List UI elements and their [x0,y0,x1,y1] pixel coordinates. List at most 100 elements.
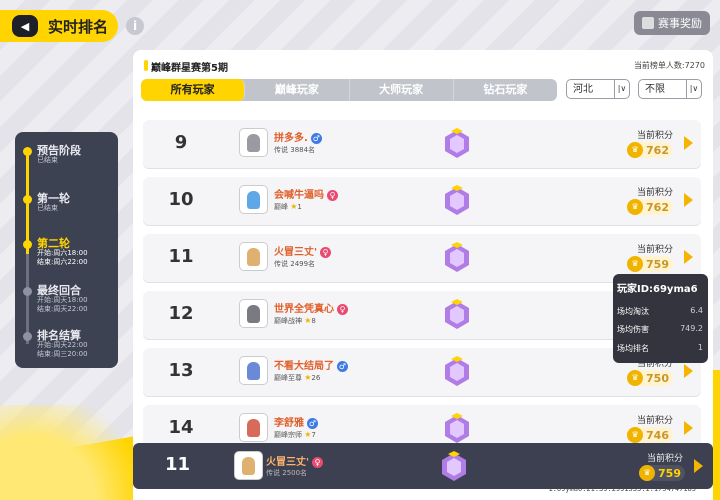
male-icon: ♂ [310,132,322,144]
stage-dot [23,195,32,204]
crown-coin-icon: ♛ [627,427,644,443]
female-icon: ♀ [327,189,338,201]
rank-badge-icon [445,413,469,443]
avatar[interactable] [239,356,268,385]
info-icon[interactable]: i [126,17,144,35]
score-box: ♛ 759 [639,465,685,481]
title-accent [144,60,148,71]
score-label: 当前积分 [636,188,673,198]
stage-start: 开始:周六18:00 [37,249,88,257]
title-bar: ◀ 实时排名 [0,10,118,42]
crown-coin-icon: ♛ [627,199,644,215]
player-tier: 传说 3884名 [274,146,316,154]
expand-arrow-icon[interactable] [684,364,693,378]
score-box: ♛ 750 [627,370,673,386]
stage-end: 结束:周六22:00 [37,258,88,266]
player-tier: 传说 2500名 [266,469,308,477]
avatar[interactable] [239,242,268,271]
score-value: 746 [646,428,669,442]
stage-end: 结束:周三20:00 [37,350,88,358]
tooltip-stat-row: 场均排名 1 [617,343,705,354]
limit-value: 不限 [645,84,665,95]
score-box: ♛ 759 [627,256,673,272]
player-name: 会喊牛逼吗 ♀ [274,186,338,201]
gift-icon [642,17,654,29]
expand-arrow-icon[interactable] [684,136,693,150]
stat-label: 场均淘汰 [617,307,649,316]
crown-coin-icon: ♛ [627,142,644,158]
player-name: 火冒三丈' ♀ [274,243,332,258]
page-title: 实时排名 [48,17,109,36]
avatar[interactable] [239,413,268,442]
stage-dot [23,287,32,296]
tab-diamond-players[interactable]: 钻石玩家 [454,79,557,101]
rank-badge-icon [445,128,469,158]
back-icon[interactable]: ◀ [12,15,38,37]
score-label: 当前积分 [636,245,673,255]
expand-arrow-icon[interactable] [684,421,693,435]
ranking-row[interactable]: 9 拼多多. ♂ 传说 3884名 当前积分 ♛ 762 [143,120,701,168]
tooltip-stat-row: 场均淘汰 6.4 [617,306,705,317]
male-icon: ♂ [307,417,318,429]
stat-label: 场均排名 [617,344,649,353]
region-select[interactable]: 河北 |∨ [566,79,630,99]
expand-arrow-icon[interactable] [684,193,693,207]
score-label: 当前积分 [636,131,673,141]
player-name: 李舒雅 ♂ [274,417,318,429]
tier-tabs: 所有玩家 巅峰玩家 大师玩家 钻石玩家 [141,79,557,101]
score-box: ♛ 762 [627,142,673,158]
rank-number: 11 [168,246,194,267]
player-tier: 巅峰战神 ★8 [274,316,316,325]
ranking-count: 当前榜单人数:7270 [633,61,705,70]
rank-badge-icon [445,299,469,329]
tab-peak-players[interactable]: 巅峰玩家 [245,79,350,101]
score-value: 759 [646,257,669,271]
session-id-text: 1.69yma6.21.39.2991533.1.1754747185 [548,485,696,493]
player-stats-tooltip: 玩家ID:69yma6 场均淘汰 6.4 场均伤害 749.2 场均排名 1 [613,274,708,363]
stat-value: 749.2 [680,324,703,333]
tooltip-stat-row: 场均伤害 749.2 [617,324,705,335]
score-value: 750 [646,371,669,385]
player-tier: 传说 2499名 [274,260,316,268]
score-value: 762 [646,200,669,214]
chevron-down-icon: |∨ [614,80,629,98]
tab-master-players[interactable]: 大师玩家 [350,79,454,101]
score-box: ♛ 746 [627,427,673,443]
stage-start: 开始:周天18:00 [37,296,88,304]
stage-dot [23,332,32,341]
tooltip-player-id: 玩家ID:69yma6 [617,284,698,295]
crown-coin-icon: ♛ [627,256,644,272]
stage-timeline: 预告阶段 已结束 第一轮 已结束 第二轮 开始:周六18:00 结束:周六22:… [15,132,118,368]
avatar[interactable] [239,299,268,328]
score-label: 当前积分 [636,416,673,426]
stage-end: 结束:周天22:00 [37,305,88,313]
ranking-row[interactable]: 10 会喊牛逼吗 ♀ 巅峰 ★1 当前积分 ♛ 762 [143,177,701,225]
player-tier: 巅峰至尊 ★26 [274,373,321,382]
expand-arrow-icon[interactable] [684,250,693,264]
player-name: 世界全凭真心 ♀ [274,300,348,315]
avatar[interactable] [239,185,268,214]
avatar[interactable] [239,128,268,157]
female-icon: ♀ [312,456,324,468]
reward-button[interactable]: 赛事奖励 [634,11,710,35]
player-tier: 巅峰 ★1 [274,202,302,211]
chevron-down-icon: |∨ [686,80,701,98]
timeline-progress [26,154,29,254]
stage-start: 开始:周天22:00 [37,341,88,349]
crown-coin-icon: ♛ [627,370,644,386]
crown-coin-icon: ♛ [639,465,656,481]
rank-badge-icon [445,185,469,215]
my-ranking-row[interactable]: 11 火冒三丈' ♀ 传说 2500名 当前积分 ♛ 759 [133,443,713,489]
region-value: 河北 [573,84,593,95]
rank-badge-icon [445,356,469,386]
female-icon: ♀ [337,303,348,315]
limit-select[interactable]: 不限 |∨ [638,79,702,99]
avatar[interactable] [234,451,263,480]
rank-number: 14 [168,417,194,438]
tab-all-players[interactable]: 所有玩家 [141,79,246,101]
stage-dot [23,147,32,156]
expand-arrow-icon[interactable] [694,459,703,473]
rank-badge-icon [445,242,469,272]
female-icon: ♀ [320,246,332,258]
male-icon: ♂ [337,360,348,372]
